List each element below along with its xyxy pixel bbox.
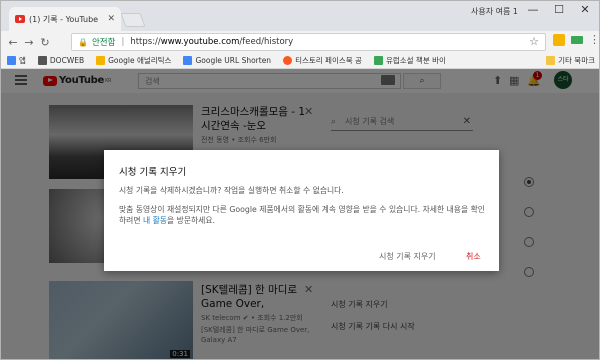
secure-label: 안전함 — [91, 38, 116, 48]
bookmark-star-icon[interactable]: ☆ — [529, 35, 539, 48]
youtube-favicon-icon — [15, 15, 25, 23]
cancel-button[interactable]: 취소 — [466, 251, 481, 262]
my-activity-link[interactable]: 내 활동 — [143, 216, 167, 225]
bookmark-item[interactable]: 유럽소설 책분 바이 — [373, 55, 446, 66]
google-icon — [183, 56, 193, 65]
other-bookmarks[interactable]: 기타 북마크 — [546, 55, 595, 66]
bookmark-item[interactable]: 티스토리 페이스북 공 — [283, 55, 362, 66]
url-text: https://www.youtube.com/feed/history — [130, 37, 294, 47]
dialog-title: 시청 기록 지우기 — [119, 167, 187, 178]
bookmark-page-icon — [37, 56, 47, 65]
new-tab-button[interactable] — [120, 13, 146, 27]
browser-window: (1) 기록 - YouTube ✕ 사용자 여름 1 — ☐ ✕ ← → ↻ … — [0, 0, 600, 360]
bookmark-page-icon — [373, 56, 383, 65]
analytics-icon — [96, 56, 106, 65]
close-tab-icon[interactable]: ✕ — [107, 14, 115, 24]
close-window-button[interactable]: ✕ — [575, 3, 595, 16]
dialog-message: 시청 기록을 삭제하시겠습니까? 작업을 실행하면 취소할 수 없습니다. — [119, 186, 344, 195]
url-separator: | — [121, 37, 125, 47]
cast-icon[interactable] — [571, 36, 583, 44]
clear-history-dialog: 시청 기록 지우기 시청 기록을 삭제하시겠습니까? 작업을 실행하면 취소할 … — [104, 150, 499, 271]
bookmark-item[interactable]: 앱 — [7, 55, 26, 66]
tistory-icon — [283, 56, 293, 65]
bookmarks-bar: 앱 DOCWEB Google 애널리틱스 Google URL Shorten… — [1, 53, 599, 69]
folder-icon — [546, 56, 556, 65]
lock-icon: 🔒 — [78, 37, 88, 47]
apps-icon — [7, 56, 16, 65]
back-icon[interactable]: ← — [5, 36, 21, 49]
profile-name[interactable]: 사용자 여름 1 — [471, 6, 518, 17]
forward-icon[interactable]: → — [21, 36, 37, 49]
browser-tab[interactable]: (1) 기록 - YouTube ✕ — [9, 7, 121, 31]
browser-toolbar: ← → ↻ 🔒 안전함 | https://www.youtube.com/fe… — [1, 31, 599, 53]
clear-history-button[interactable]: 시청 기록 지우기 — [379, 251, 436, 262]
minimize-button[interactable]: — — [523, 3, 543, 16]
maximize-button[interactable]: ☐ — [549, 3, 569, 16]
reload-icon[interactable]: ↻ — [37, 36, 53, 49]
bookmark-item[interactable]: DOCWEB — [37, 56, 84, 65]
bookmark-item[interactable]: Google 애널리틱스 — [96, 55, 171, 66]
extension-icon[interactable] — [553, 34, 565, 46]
dialog-details: 맞춤 동영상이 재설정되지만 다른 Google 제품에서의 활동에 계속 영향… — [119, 205, 485, 225]
address-bar[interactable]: 🔒 안전함 | https://www.youtube.com/feed/his… — [71, 33, 546, 51]
browser-menu-icon[interactable]: ⋮ — [589, 33, 599, 46]
bookmark-item[interactable]: Google URL Shorten — [183, 56, 271, 65]
tab-bar: (1) 기록 - YouTube ✕ 사용자 여름 1 — ☐ ✕ — [1, 1, 599, 31]
tab-title: (1) 기록 - YouTube — [29, 14, 99, 24]
